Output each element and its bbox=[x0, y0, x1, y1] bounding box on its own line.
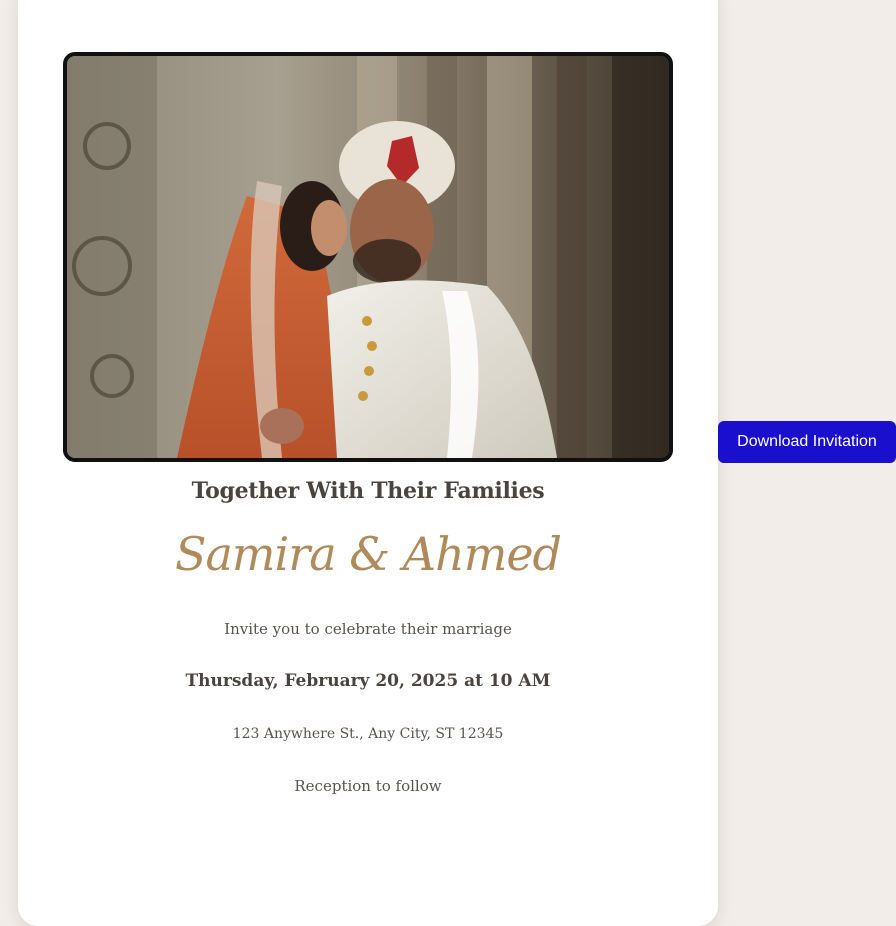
families-heading: Together With Their Families bbox=[191, 478, 545, 504]
invite-text: Invite you to celebrate their marriage bbox=[224, 620, 512, 638]
download-invitation-button[interactable]: Download Invitation bbox=[718, 421, 896, 463]
couple-names: Samira & Ahmed bbox=[174, 527, 562, 581]
couple-photo bbox=[63, 52, 673, 462]
event-address: 123 Anywhere St., Any City, ST 12345 bbox=[232, 726, 504, 742]
reception-note: Reception to follow bbox=[294, 777, 442, 795]
event-date-time: Thursday, February 20, 2025 at 10 AM bbox=[185, 671, 551, 691]
